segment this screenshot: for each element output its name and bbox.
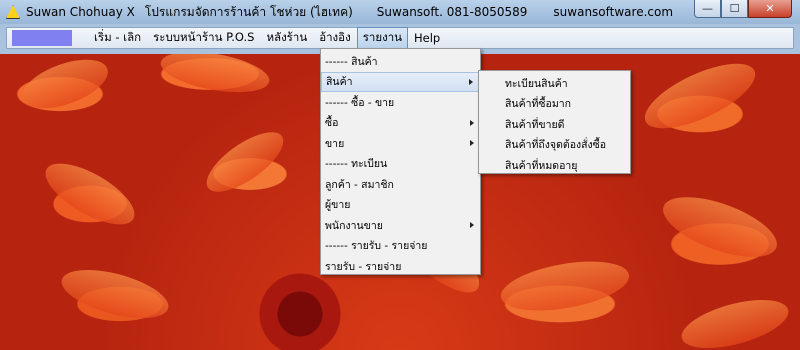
menu-reference[interactable]: อ้างอิง — [313, 27, 357, 49]
maximize-button[interactable]: ☐ — [721, 0, 748, 18]
submenu-arrow-icon — [470, 119, 474, 126]
menu-start-stop[interactable]: เริ่ม - เลิก — [88, 27, 147, 49]
vendor-contact: Suwansoft. 081-8050589 — [376, 5, 528, 19]
menu-item-customers-members[interactable]: ลูกค้า - สมาชิก — [321, 174, 480, 195]
menu-help[interactable]: Help — [408, 29, 446, 47]
menu-pos[interactable]: ระบบหน้าร้าน P.O.S — [147, 27, 260, 49]
title-bar[interactable]: Suwan Chohuay X โปรแกรมจัดการร้านค้า โชห… — [0, 0, 800, 24]
app-description: โปรแกรมจัดการร้านค้า โชห่วย (ไฮเทค) — [144, 4, 353, 19]
minimize-button[interactable]: — — [694, 0, 721, 18]
submenu-item-most-purchased[interactable]: สินค้าที่ซื้อมาก — [479, 94, 630, 115]
products-submenu: ทะเบียนสินค้า สินค้าที่ซื้อมาก สินค้าที่… — [478, 70, 631, 174]
submenu-arrow-icon — [469, 78, 473, 85]
menu-item-income-expense[interactable]: รายรับ - รายจ่าย — [321, 256, 480, 277]
submenu-item-reorder-point[interactable]: สินค้าที่ถึงจุดต้องสั่งซื้อ — [479, 135, 630, 156]
section-header-buy-sell: ------ ซื้อ - ขาย — [325, 96, 395, 109]
app-logo-icon — [6, 5, 20, 19]
menu-item-sales-staff[interactable]: พนักงานขาย — [321, 215, 480, 236]
vendor-website: suwansoftware.com — [553, 5, 674, 19]
menu-item-sales[interactable]: ขาย — [321, 133, 480, 154]
section-header-income-expense: ------ รายรับ - รายจ่าย — [325, 240, 428, 253]
submenu-item-product-registry[interactable]: ทะเบียนสินค้า — [479, 73, 630, 94]
menu-item-purchase[interactable]: ซื้อ — [321, 113, 480, 134]
app-name: Suwan Chohuay X — [26, 5, 135, 19]
submenu-item-expired[interactable]: สินค้าที่หมดอายุ — [479, 155, 630, 176]
menu-item-products[interactable]: สินค้า — [321, 71, 480, 92]
menu-back-office[interactable]: หลังร้าน — [260, 27, 313, 49]
close-button[interactable]: ✕ — [748, 0, 792, 18]
reports-dropdown: ------ สินค้า สินค้า ------ ซื้อ - ขาย ซ… — [320, 48, 481, 275]
section-header-registry: ------ ทะเบียน — [325, 158, 388, 171]
menu-bar: เริ่ม - เลิก ระบบหน้าร้าน P.O.S หลังร้าน… — [6, 27, 794, 49]
menu-item-vendors[interactable]: ผู้ขาย — [321, 195, 480, 216]
menu-reports[interactable]: รายงาน — [356, 27, 409, 49]
submenu-arrow-icon — [470, 222, 474, 229]
submenu-arrow-icon — [470, 140, 474, 147]
section-header-products: ------ สินค้า — [325, 55, 378, 68]
submenu-item-best-selling[interactable]: สินค้าที่ขายดี — [479, 114, 630, 135]
menu-color-swatch — [12, 30, 72, 46]
